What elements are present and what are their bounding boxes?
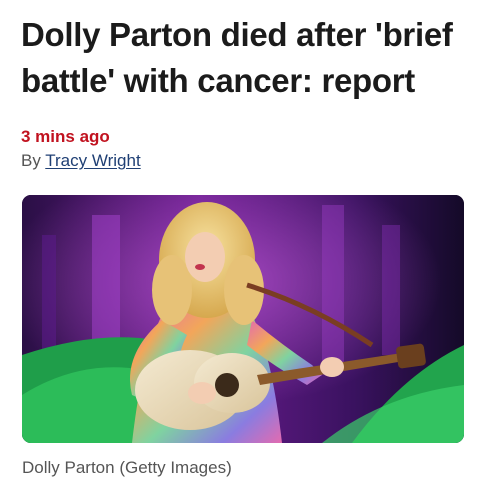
byline-prefix: By — [21, 151, 41, 170]
article-photo[interactable] — [22, 195, 464, 443]
headline[interactable]: Dolly Parton died after 'brief battle' w… — [21, 12, 471, 104]
timestamp: 3 mins ago — [21, 127, 110, 146]
image-caption: Dolly Parton (Getty Images) — [22, 458, 232, 477]
byline: By Tracy Wright — [21, 150, 471, 172]
author-link[interactable]: Tracy Wright — [45, 151, 140, 170]
performer-illustration — [22, 195, 464, 443]
article-header: Dolly Parton died after 'brief battle' w… — [21, 12, 471, 172]
